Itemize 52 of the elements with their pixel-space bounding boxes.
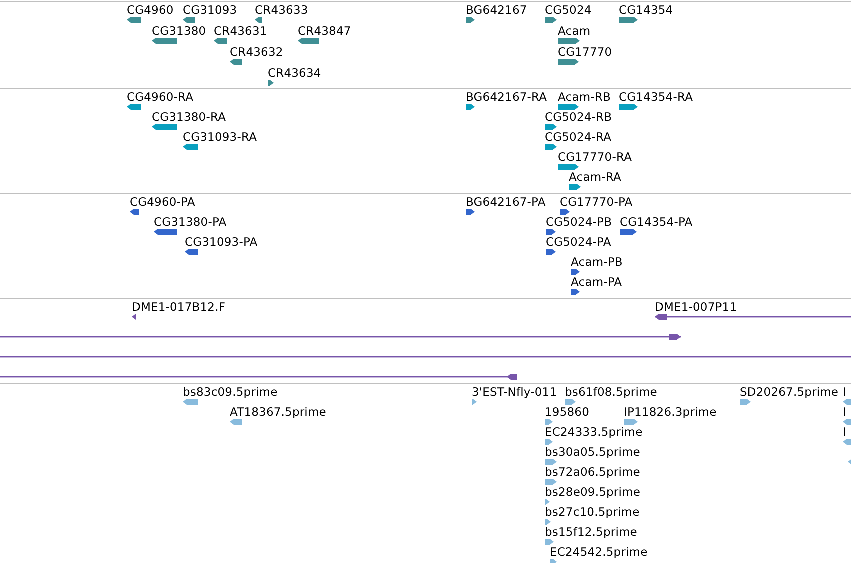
feature-label: CG31380-RA bbox=[152, 111, 226, 124]
feature-label: DME1-007P11 bbox=[655, 301, 738, 314]
feature-label: 3'EST-Nfly-011 bbox=[472, 386, 558, 399]
feature-label: CG4960 bbox=[127, 4, 174, 17]
feature-label: CR43847 bbox=[298, 25, 352, 38]
feature-label: CG31093-PA bbox=[185, 236, 258, 249]
feature-label: CR43631 bbox=[214, 25, 268, 38]
feature-label: I bbox=[843, 406, 846, 419]
feature-label: IP11826.3prime bbox=[624, 406, 717, 419]
feature-label: bs15f12.5prime bbox=[545, 526, 638, 539]
feature-label: CG14354 bbox=[619, 4, 674, 17]
feature-label: I bbox=[843, 426, 846, 439]
feature-label: CR43633 bbox=[255, 4, 308, 17]
feature-label: Acam-PB bbox=[571, 256, 623, 269]
feature-label: EC24542.5prime bbox=[550, 546, 648, 559]
feature-label: BG642167-PA bbox=[466, 196, 546, 209]
feature-label: CG14354-PA bbox=[620, 216, 693, 229]
feature-label: Acam bbox=[558, 25, 591, 38]
feature-label: CG17770-PA bbox=[560, 196, 633, 209]
feature-label: CG31380-PA bbox=[154, 216, 227, 229]
feature-label: CR43634 bbox=[268, 67, 322, 80]
feature-label: DME1-017B12.F bbox=[132, 301, 226, 314]
feature-label: Acam-RB bbox=[558, 91, 611, 104]
feature-label: CG17770-RA bbox=[558, 151, 632, 164]
feature-label: SD20267.5prime bbox=[740, 386, 839, 399]
feature-label: bs27c10.5prime bbox=[545, 506, 640, 519]
feature-label: CG17770 bbox=[558, 46, 612, 59]
feature-label: CG31380 bbox=[152, 25, 206, 38]
feature-label: CG4960-PA bbox=[130, 196, 196, 209]
feature-label: CG4960-RA bbox=[127, 91, 194, 104]
feature-label: Acam-RA bbox=[569, 171, 622, 184]
feature-label: CG5024-PB bbox=[546, 216, 612, 229]
feature-label: BG642167 bbox=[466, 4, 528, 17]
feature-label: I bbox=[843, 386, 846, 399]
feature-label: CG5024 bbox=[545, 4, 592, 17]
feature-label: bs30a05.5prime bbox=[545, 446, 640, 459]
feature-label: 195860 bbox=[545, 406, 590, 419]
feature-label: CG5024-PA bbox=[546, 236, 612, 249]
feature-label: AT18367.5prime bbox=[230, 406, 326, 419]
feature-label: CG31093-RA bbox=[183, 131, 258, 144]
feature-label: BG642167-RA bbox=[466, 91, 548, 104]
feature-label: CR43632 bbox=[230, 46, 284, 59]
feature-label: CG5024-RA bbox=[545, 131, 612, 144]
feature-label: CG5024-RB bbox=[545, 111, 612, 124]
feature-label: bs61f08.5prime bbox=[565, 386, 658, 399]
feature-label: EC24333.5prime bbox=[545, 426, 643, 439]
feature-label: CG31093 bbox=[183, 4, 238, 17]
feature-label: bs83c09.5prime bbox=[183, 386, 278, 399]
feature-label: Acam-PA bbox=[571, 276, 622, 289]
feature-label: bs72a06.5prime bbox=[545, 466, 640, 479]
feature-label: CG14354-RA bbox=[619, 91, 694, 104]
feature-label: bs28e09.5prime bbox=[545, 486, 641, 499]
